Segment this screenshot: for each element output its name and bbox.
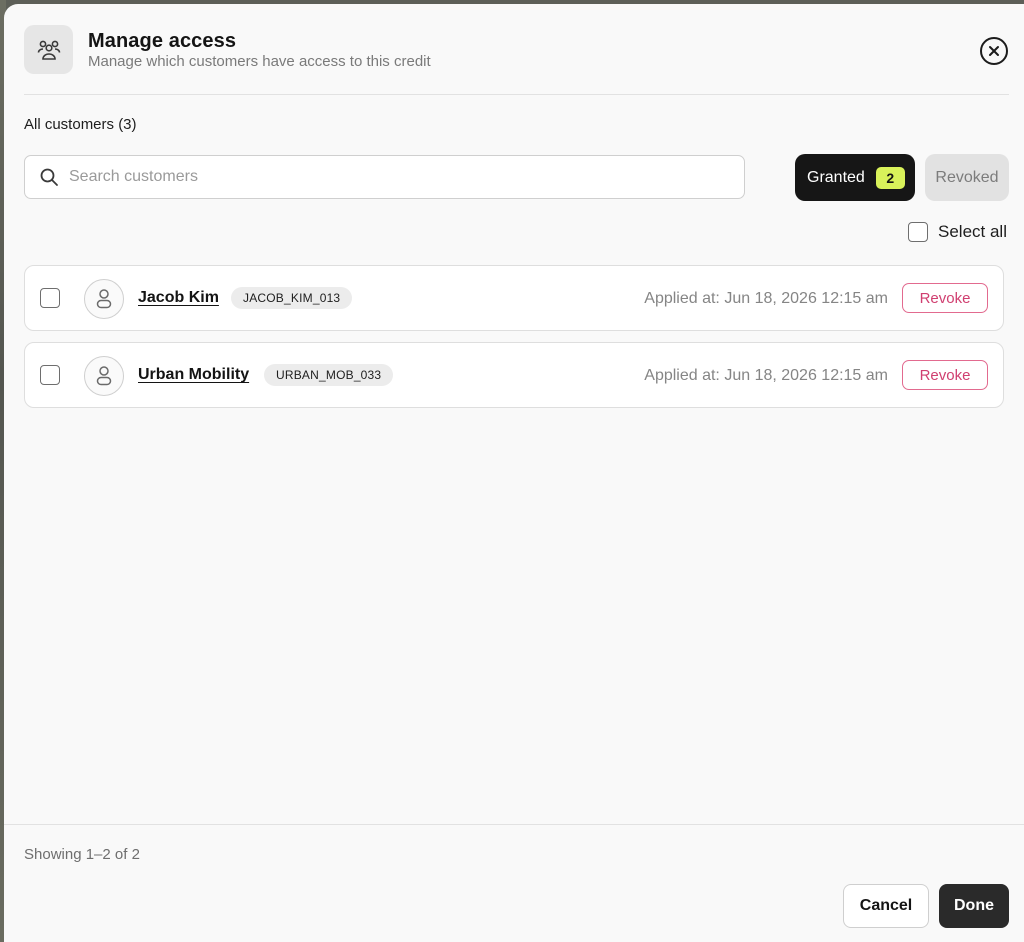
granted-count-badge: 2 bbox=[875, 166, 905, 189]
search-box[interactable] bbox=[24, 155, 745, 199]
applied-at-text: Applied at: Jun 18, 2026 12:15 am bbox=[644, 367, 888, 384]
customer-name-link[interactable]: Urban Mobility bbox=[138, 366, 249, 384]
footer-divider bbox=[4, 824, 1024, 825]
users-group-icon bbox=[24, 25, 73, 74]
dialog-subtitle: Manage which customers have access to th… bbox=[88, 53, 431, 70]
user-icon bbox=[96, 366, 112, 386]
pagination-summary: Showing 1–2 of 2 bbox=[24, 846, 140, 863]
cancel-button[interactable]: Cancel bbox=[843, 884, 929, 928]
customer-row: Urban Mobility URBAN_MOB_033 Applied at:… bbox=[24, 342, 1004, 408]
manage-access-dialog: Manage access Manage which customers hav… bbox=[4, 4, 1024, 942]
avatar bbox=[84, 279, 124, 319]
customer-code-badge: URBAN_MOB_033 bbox=[264, 364, 394, 386]
select-all-toggle[interactable]: Select all bbox=[908, 222, 1007, 242]
search-input[interactable] bbox=[69, 168, 709, 186]
select-all-label: Select all bbox=[938, 222, 1007, 241]
customer-row: Jacob Kim JACOB_KIM_013 Applied at: Jun … bbox=[24, 265, 1004, 331]
row-checkbox[interactable] bbox=[40, 365, 60, 385]
customers-count-label: All customers (3) bbox=[24, 116, 137, 133]
close-icon bbox=[989, 46, 999, 56]
dialog-title: Manage access bbox=[88, 30, 237, 52]
revoke-button[interactable]: Revoke bbox=[902, 360, 988, 390]
avatar bbox=[84, 356, 124, 396]
applied-at-text: Applied at: Jun 18, 2026 12:15 am bbox=[644, 290, 888, 307]
tab-granted[interactable]: Granted 2 bbox=[795, 154, 915, 201]
done-button[interactable]: Done bbox=[939, 884, 1009, 928]
select-all-checkbox[interactable] bbox=[908, 222, 928, 242]
header-divider bbox=[24, 94, 1009, 95]
tab-revoked[interactable]: Revoked bbox=[925, 154, 1009, 201]
customer-name-link[interactable]: Jacob Kim bbox=[138, 289, 219, 307]
tab-granted-label: Granted bbox=[807, 168, 865, 186]
row-checkbox[interactable] bbox=[40, 288, 60, 308]
customer-code-badge: JACOB_KIM_013 bbox=[231, 287, 353, 309]
tab-revoked-label: Revoked bbox=[935, 168, 999, 186]
user-icon bbox=[96, 289, 112, 309]
revoke-button[interactable]: Revoke bbox=[902, 283, 988, 313]
close-button[interactable] bbox=[980, 37, 1008, 65]
search-icon bbox=[40, 168, 58, 186]
